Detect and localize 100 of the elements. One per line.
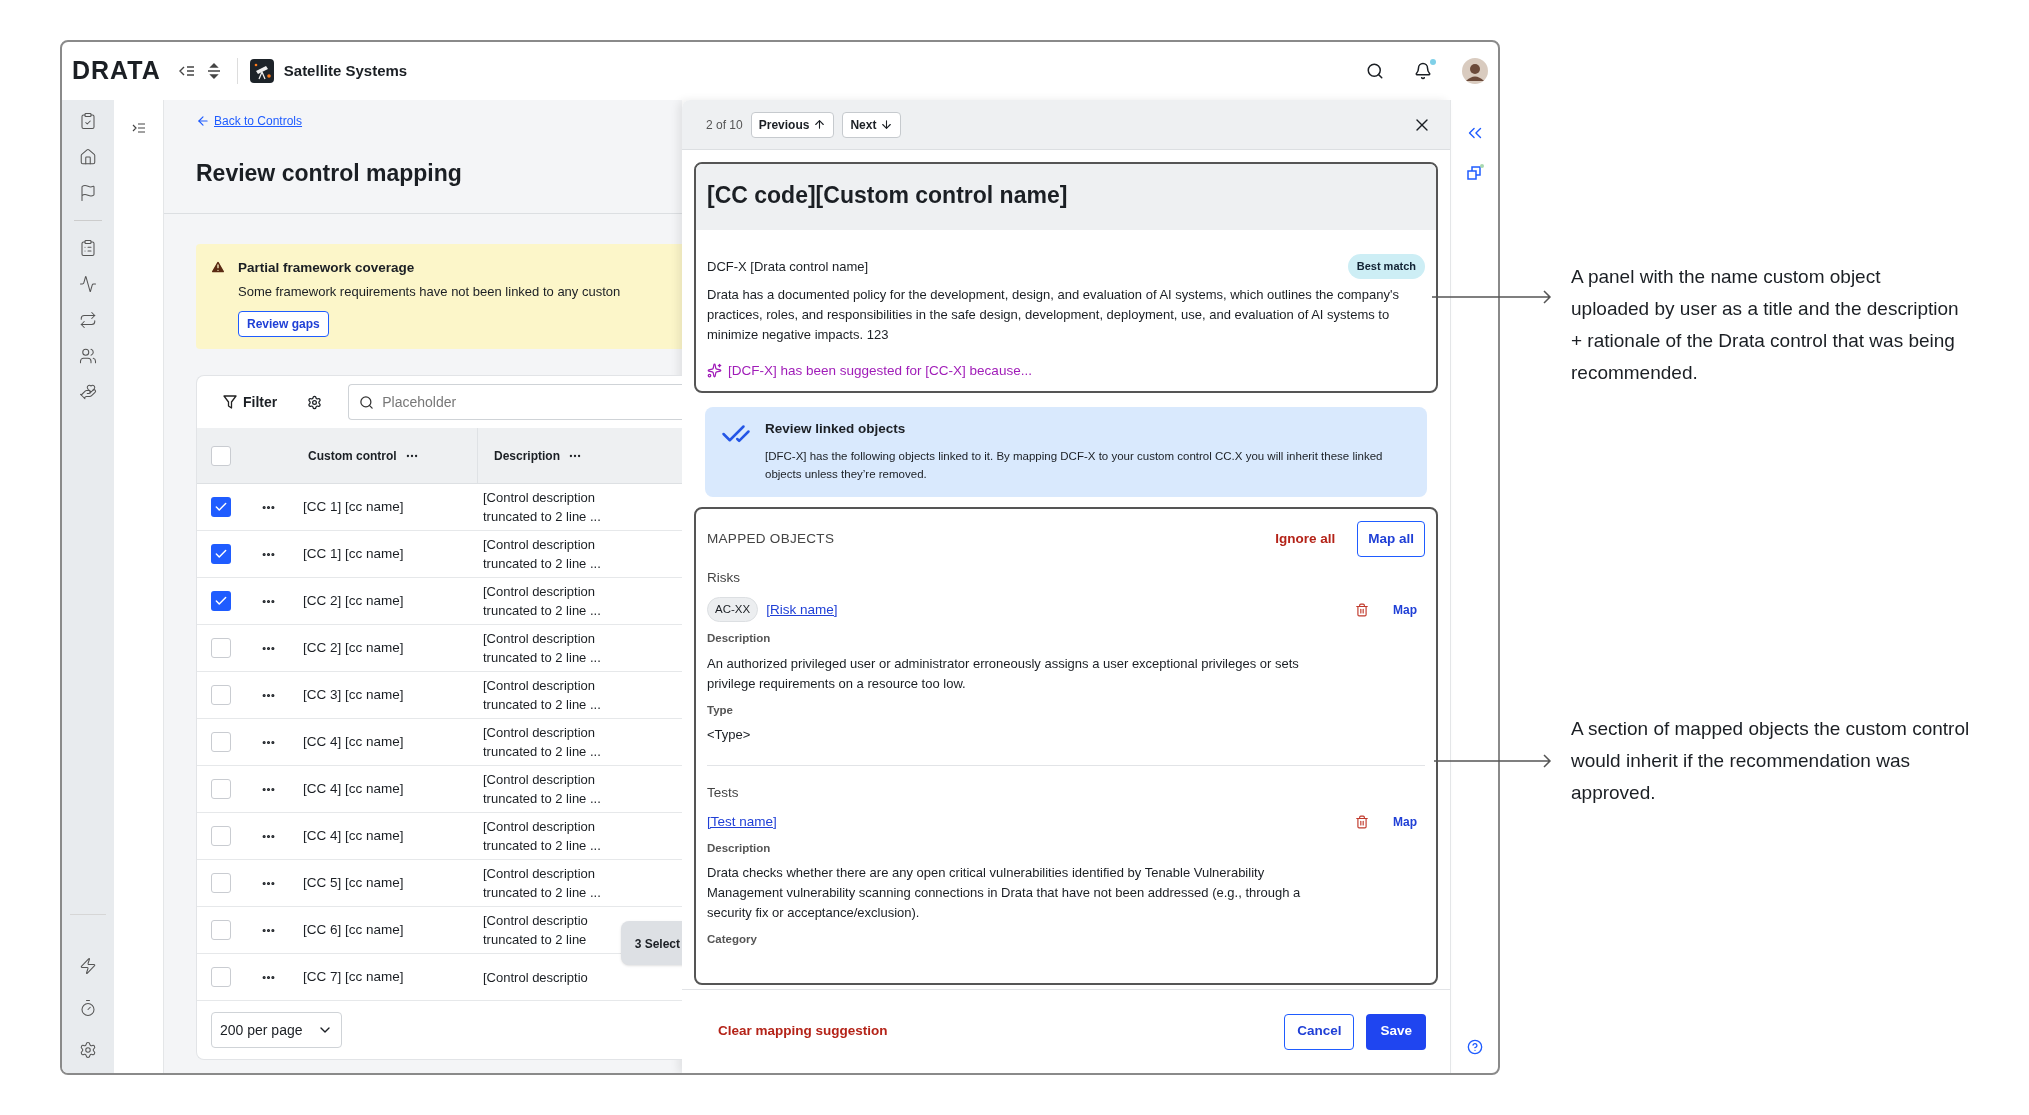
help-icon[interactable] xyxy=(1466,1039,1483,1055)
row-checkbox[interactable] xyxy=(211,826,231,847)
section-heading: MAPPED OBJECTS xyxy=(707,529,835,548)
notice-text: [DFC-X] has the following objects linked to it. By mapping DCF-X to your custom control CC.X you will inherit these linked objects unless they’re removed. xyxy=(765,449,1384,482)
table-cell-text: [Control description truncated to 2 line ... xyxy=(483,583,602,621)
row-checkbox[interactable] xyxy=(211,497,231,518)
row-checkbox[interactable] xyxy=(211,591,231,612)
chart-icon[interactable] xyxy=(79,275,97,293)
filter-icon xyxy=(223,395,237,410)
map-all-button[interactable]: Map all xyxy=(1357,521,1425,557)
filter-button[interactable]: Filter xyxy=(223,391,278,413)
table-cell-text: [CC 1] [cc name] xyxy=(303,498,405,517)
drata-control-name: DCF-X [Drata control name] xyxy=(707,257,869,276)
banner-message: Some framework requirements have not been linked to any custon xyxy=(238,282,621,301)
row-checkbox[interactable] xyxy=(211,544,231,565)
control-title: [CC code][Custom control name] xyxy=(707,182,1068,208)
field-label: Type xyxy=(707,702,734,718)
table-cell-text: [Control description truncated to 2 line ... xyxy=(483,630,602,668)
row-checkbox[interactable] xyxy=(211,445,231,466)
table-cell-text: [CC 4] [cc name] xyxy=(303,733,405,752)
group-title: Tests xyxy=(707,784,739,800)
bolt-icon[interactable] xyxy=(79,957,97,975)
table-cell-text: [Control description truncated to 2 line ... xyxy=(483,724,602,762)
column-header[interactable]: Description xyxy=(494,446,560,465)
annotation-text: A panel with the name custom object uploaded by user as a title and the description + rationale of the Drata control that was being recommended. xyxy=(1571,265,1960,385)
row-checkbox[interactable] xyxy=(211,967,231,988)
row-checkbox[interactable] xyxy=(211,873,231,894)
clear-suggestion-button[interactable]: Clear mapping suggestion xyxy=(718,1021,888,1042)
avatar[interactable] xyxy=(1462,58,1488,84)
warning-icon xyxy=(210,258,226,275)
field-value: <Type> xyxy=(707,725,752,744)
review-gaps-button[interactable]: Review gaps xyxy=(238,311,329,338)
table-cell-text: [Control description truncated to 2 line ... xyxy=(483,489,602,527)
banner-title: Partial framework coverage xyxy=(238,258,415,277)
table-cell-text: [Control description truncated to 2 line ... xyxy=(483,677,602,715)
map-button[interactable]: Map xyxy=(1393,812,1417,831)
table-cell-text: [Control descriptio truncated to 2 line xyxy=(483,912,589,950)
column-header[interactable]: Custom control xyxy=(308,446,397,465)
window-icon[interactable] xyxy=(1465,164,1484,182)
object-link[interactable]: [Test name] xyxy=(707,811,777,832)
notice-title: Review linked objects xyxy=(765,419,907,438)
page-title: Review control mapping xyxy=(195,159,463,188)
delete-icon[interactable] xyxy=(1355,814,1369,829)
clipboard-check-icon[interactable] xyxy=(79,112,97,130)
search-icon[interactable] xyxy=(1366,62,1384,80)
previous-button[interactable]: Previous xyxy=(750,111,835,138)
field-label: Description xyxy=(707,631,772,647)
ignore-all-button[interactable]: Ignore all xyxy=(1275,528,1336,550)
logo: DRATA xyxy=(72,55,161,87)
field-value: Drata checks whether there are any open critical vulnerabilities identified by Tenable Vulnerability Management vulnerability scanning connections in Drata that have not been addressed (e.g., through a security fix or acceptance/exclusion). xyxy=(707,864,1302,923)
field-value: An authorized privileged user or administrator erroneously assigns a user exceptional privileges or sets privilege requirements on a resource too low. xyxy=(707,654,1300,693)
hands-icon[interactable] xyxy=(79,383,97,401)
table-cell-text: [CC 5] [cc name] xyxy=(303,874,405,893)
suggestion-rationale: [DCF-X] has been suggested for [CC-X] because... xyxy=(728,361,1032,380)
table-cell-text: [CC 6] [cc name] xyxy=(303,921,405,940)
table-cell-text: [Control description truncated to 2 line ... xyxy=(483,818,602,856)
sparkle-icon xyxy=(707,363,722,379)
table-cell-text: [Control description truncated to 2 line ... xyxy=(483,536,602,574)
annotation-text: A section of mapped objects the custom control would inherit if the recommendation was approved. xyxy=(1571,717,1971,805)
resize-icon[interactable] xyxy=(206,63,221,79)
table-cell-text: [CC 2] [cc name] xyxy=(303,592,405,611)
row-checkbox[interactable] xyxy=(211,732,231,753)
back-link[interactable]: Back to Controls xyxy=(214,112,303,130)
cancel-button[interactable]: Cancel xyxy=(1284,1013,1355,1050)
home-icon[interactable] xyxy=(79,148,97,166)
selection-count: 3 Select xyxy=(634,937,680,952)
risk-tag: AC-XX xyxy=(707,597,759,623)
save-button[interactable]: Save xyxy=(1366,1013,1426,1050)
clipboard-list-icon[interactable] xyxy=(79,239,97,257)
people-icon[interactable] xyxy=(79,347,97,365)
workspace-icon[interactable] xyxy=(249,59,274,83)
arrow-up-icon xyxy=(813,118,827,131)
table-settings-icon[interactable] xyxy=(307,394,323,410)
back-arrow-icon[interactable] xyxy=(196,114,210,128)
collapse-menu-icon[interactable] xyxy=(178,64,195,78)
workspace-name[interactable]: Satellite Systems xyxy=(283,59,408,83)
row-checkbox[interactable] xyxy=(211,920,231,941)
table-cell-text: [CC 3] [cc name] xyxy=(303,686,405,705)
timer-icon[interactable] xyxy=(79,999,97,1017)
group-title: Risks xyxy=(707,570,740,585)
table-cell-text: [CC 7] [cc name] xyxy=(303,968,405,987)
delete-icon[interactable] xyxy=(1355,602,1369,617)
map-button[interactable]: Map xyxy=(1393,600,1417,619)
swap-icon[interactable] xyxy=(79,311,97,329)
search-field[interactable]: Placeholder xyxy=(348,384,682,421)
arrow-down-icon xyxy=(880,118,894,131)
best-match-badge: Best match xyxy=(1347,254,1425,279)
search-icon xyxy=(359,394,375,410)
table-cell-text: [CC 4] [cc name] xyxy=(303,780,405,799)
row-checkbox[interactable] xyxy=(211,685,231,706)
table-cell-text: [Control description truncated to 2 line ... xyxy=(483,771,602,809)
table-cell-text: [CC 4] [cc name] xyxy=(303,827,405,846)
settings-icon[interactable] xyxy=(79,1041,97,1059)
expand-menu-icon[interactable] xyxy=(131,122,146,134)
next-button[interactable]: Next xyxy=(842,111,902,138)
page-size-select[interactable]: 200 per page xyxy=(211,1012,342,1049)
row-checkbox[interactable] xyxy=(211,638,231,659)
row-checkbox[interactable] xyxy=(211,779,231,800)
object-link[interactable]: [Risk name] xyxy=(766,599,838,620)
flag-icon[interactable] xyxy=(79,184,97,202)
